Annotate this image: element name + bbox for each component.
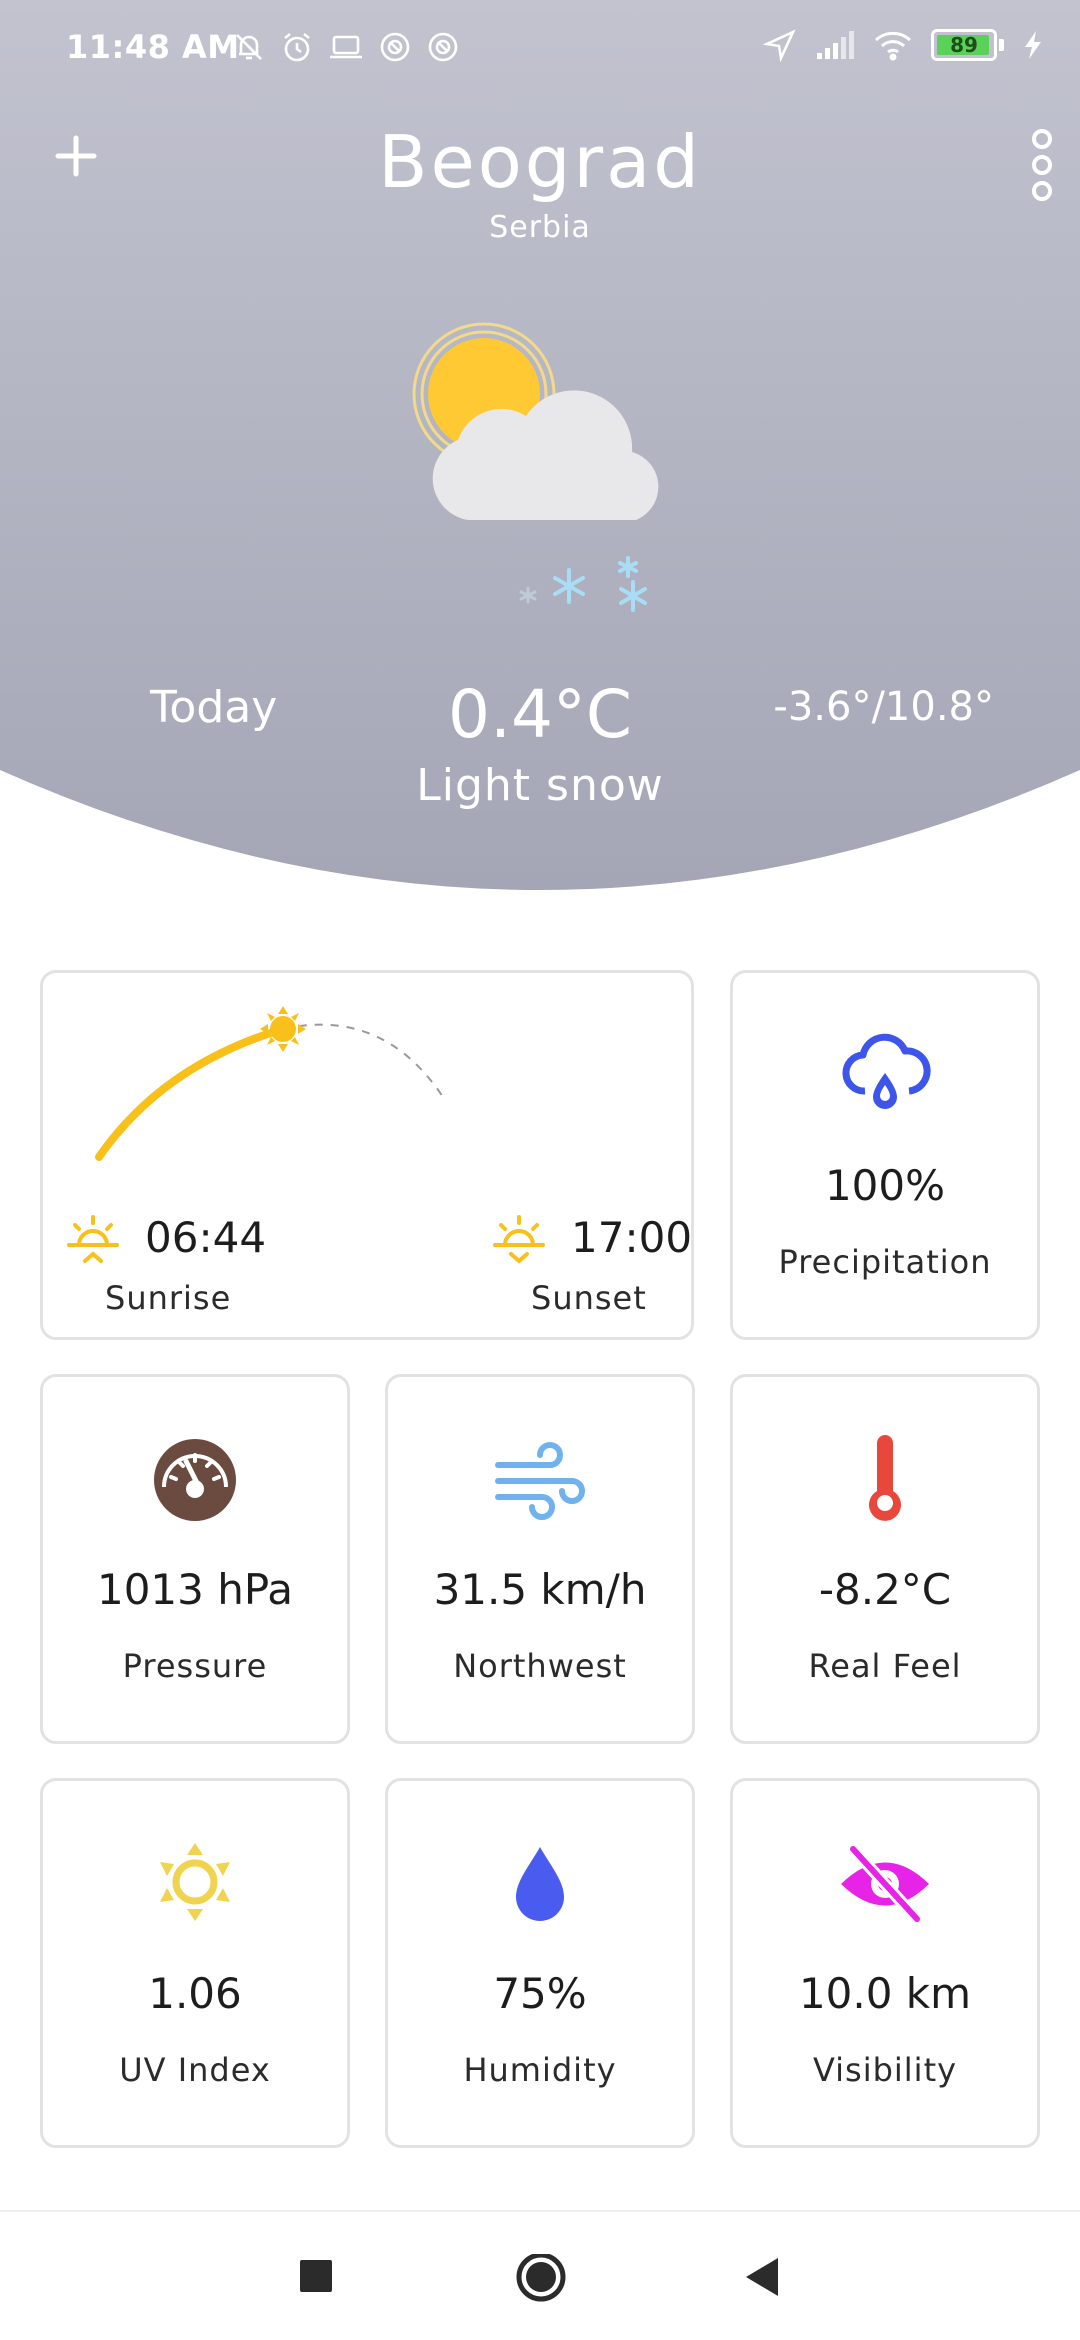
- status-time: 11:48 AM: [66, 28, 240, 66]
- thermometer-icon: [869, 1435, 901, 1521]
- charging-icon: [1025, 31, 1041, 59]
- visibility-label: Visibility: [812, 2051, 958, 2089]
- sun-position-icon: [260, 1006, 306, 1052]
- cloud-rain-icon: [842, 1033, 931, 1109]
- mute-icon: [236, 34, 262, 60]
- battery-icon: 89: [931, 29, 997, 61]
- real-feel-label: Real Feel: [808, 1647, 962, 1685]
- drop-icon: [516, 1847, 564, 1921]
- dnd-icon: [428, 32, 458, 62]
- sunset-time: 17:00: [571, 1213, 693, 1262]
- square-icon: [300, 2260, 332, 2292]
- sunset-icon: [493, 1215, 545, 1264]
- pressure-label: Pressure: [122, 1647, 268, 1685]
- dnd-icon: [380, 32, 410, 62]
- sunrise-icon: [67, 1215, 119, 1263]
- wind-icon: [495, 1442, 585, 1520]
- sun-icon: [160, 1843, 230, 1921]
- uv-index-value: 1.06: [148, 1969, 242, 2018]
- weather-header: 11:48 AM 89 Beograd Serbia Today 0.4°C L…: [0, 0, 1080, 900]
- country-name: Serbia: [489, 210, 591, 245]
- eye-off-icon: [841, 1843, 929, 1925]
- sunset-label: Sunset: [531, 1279, 647, 1317]
- sunrise-sunset-card[interactable]: 06:44 Sunrise 17:00 Sunset: [40, 970, 694, 1340]
- gauge-icon: [154, 1439, 236, 1521]
- status-icons-right: 89: [763, 28, 1044, 62]
- uv-index-card[interactable]: 1.06 UV Index: [40, 1778, 350, 2148]
- weather-condition: Light snow: [416, 760, 664, 811]
- precipitation-value: 100%: [824, 1161, 946, 1210]
- location-icon: [763, 29, 796, 62]
- wind-direction-label: Northwest: [453, 1647, 627, 1685]
- wind-speed-value: 31.5 km/h: [433, 1565, 647, 1614]
- sunrise-time: 06:44: [145, 1213, 267, 1262]
- visibility-card[interactable]: 10.0 km Visibility: [730, 1778, 1040, 2148]
- wifi-icon: [874, 31, 912, 61]
- humidity-label: Humidity: [463, 2051, 617, 2089]
- wind-card[interactable]: 31.5 km/h Northwest: [385, 1374, 695, 1744]
- temperature-range: -3.6°/10.8°: [773, 684, 994, 730]
- visibility-value: 10.0 km: [798, 1969, 972, 2018]
- recents-button[interactable]: [298, 2254, 334, 2300]
- status-bar: 11:48 AM 89: [0, 0, 1080, 100]
- circle-icon: [516, 2254, 566, 2302]
- status-icons-left: [232, 30, 460, 64]
- humidity-value: 75%: [493, 1969, 587, 2018]
- home-button[interactable]: [514, 2254, 568, 2304]
- laptop-icon: [330, 35, 362, 59]
- back-button[interactable]: [742, 2254, 782, 2300]
- sun-cloud-snow-icon: [412, 322, 659, 612]
- pressure-value: 1013 hPa: [96, 1565, 294, 1614]
- city-name: Beograd: [378, 120, 702, 204]
- back-triangle-icon: [746, 2258, 778, 2296]
- precipitation-label: Precipitation: [778, 1243, 992, 1281]
- battery-cap: [999, 39, 1004, 51]
- system-navigation-bar: [0, 2210, 1080, 2340]
- signal-icon: [817, 31, 854, 59]
- sunrise-label: Sunrise: [105, 1279, 232, 1317]
- precipitation-card[interactable]: 100% Precipitation: [730, 970, 1040, 1340]
- real-feel-value: -8.2°C: [818, 1565, 952, 1614]
- uv-index-label: UV Index: [119, 2051, 271, 2089]
- pressure-card[interactable]: 1013 hPa Pressure: [40, 1374, 350, 1744]
- battery-percent: 89: [950, 33, 978, 57]
- humidity-card[interactable]: 75% Humidity: [385, 1778, 695, 2148]
- alarm-icon: [284, 32, 310, 62]
- real-feel-card[interactable]: -8.2°C Real Feel: [730, 1374, 1040, 1744]
